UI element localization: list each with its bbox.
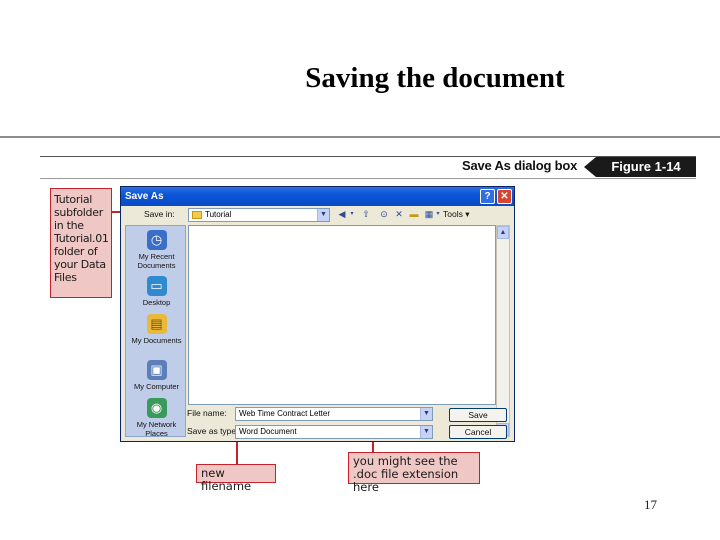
save-as-dialog: Save As ? ✕ Save in: Tutorial ▼ ◀ ▾ ⇧ ⊙ … (120, 186, 515, 442)
callout-doc-extension: you might see the .doc file extension he… (348, 452, 480, 494)
my-computer-icon: ▣ (146, 360, 167, 380)
chevron-down-icon[interactable]: ▼ (420, 408, 432, 420)
place-label: My Recent Documents (137, 252, 176, 270)
place-desktop[interactable]: ▭ Desktop (126, 276, 187, 308)
views-dropdown-icon[interactable]: ▾ (435, 208, 441, 221)
close-button[interactable]: ✕ (497, 189, 512, 204)
place-label: My Computer (133, 382, 179, 391)
file-name-value: Web Time Contract Letter (239, 409, 330, 418)
help-button[interactable]: ? (480, 189, 495, 204)
tools-menu[interactable]: Tools ▾ (443, 209, 469, 220)
place-label: Desktop (142, 298, 171, 307)
scrollbar[interactable]: ▲ ▼ (496, 225, 510, 437)
recent-documents-icon: ◷ (146, 230, 167, 250)
place-label: My Documents (131, 336, 182, 345)
dialog-titlebar[interactable]: Save As ? ✕ (121, 187, 514, 206)
search-web-icon[interactable]: ⊙ (377, 208, 391, 221)
delete-icon[interactable]: ✕ (392, 208, 406, 221)
file-name-input[interactable]: Web Time Contract Letter ▼ (235, 407, 433, 421)
back-icon[interactable]: ◀ (335, 208, 349, 221)
place-my-network-places[interactable]: ◉ My Network Places (126, 398, 187, 438)
page-number: 17 (644, 497, 657, 512)
title-divider (0, 136, 720, 138)
figure-bottom-rule (40, 178, 696, 179)
callout-new-filename: new filename (196, 464, 276, 493)
place-my-documents[interactable]: ▤ My Documents (126, 314, 187, 346)
callout-tutorial-subfolder: Tutorial subfolder in the Tutorial.01 fo… (50, 188, 112, 298)
my-documents-icon: ▤ (146, 314, 167, 334)
scroll-up-icon[interactable]: ▲ (497, 226, 509, 239)
dialog-title: Save As (125, 191, 164, 202)
save-in-value: Tutorial (205, 210, 232, 219)
file-list[interactable] (188, 225, 496, 405)
figure-caption: Save As dialog box (462, 158, 578, 173)
chevron-down-icon[interactable]: ▼ (317, 209, 329, 221)
save-in-label: Save in: (144, 209, 175, 219)
save-button[interactable]: Save (449, 408, 507, 422)
back-dropdown-icon[interactable]: ▾ (349, 208, 355, 221)
views-icon[interactable]: ▦ (422, 208, 436, 221)
up-folder-icon[interactable]: ⇧ (359, 208, 373, 221)
chevron-down-icon[interactable]: ▼ (420, 426, 432, 438)
save-in-dropdown[interactable]: Tutorial ▼ (188, 208, 330, 222)
folder-icon (192, 211, 202, 219)
place-my-computer[interactable]: ▣ My Computer (126, 360, 187, 392)
places-bar: ◷ My Recent Documents ▭ Desktop ▤ My Doc… (125, 225, 186, 437)
file-name-label: File name: (187, 408, 227, 418)
place-my-recent-documents[interactable]: ◷ My Recent Documents (126, 230, 187, 270)
save-as-type-label: Save as type: (187, 426, 239, 436)
save-as-type-value: Word Document (239, 427, 297, 436)
desktop-icon: ▭ (146, 276, 167, 296)
network-places-icon: ◉ (146, 398, 167, 418)
place-label: My Network Places (136, 420, 177, 438)
new-folder-icon[interactable]: ▬ (407, 208, 421, 221)
figure-badge-arrow (584, 157, 596, 177)
save-as-type-dropdown[interactable]: Word Document ▼ (235, 425, 433, 439)
slide-title: Saving the document (305, 62, 565, 94)
figure-badge: Figure 1-14 (596, 157, 696, 177)
cancel-button[interactable]: Cancel (449, 425, 507, 439)
